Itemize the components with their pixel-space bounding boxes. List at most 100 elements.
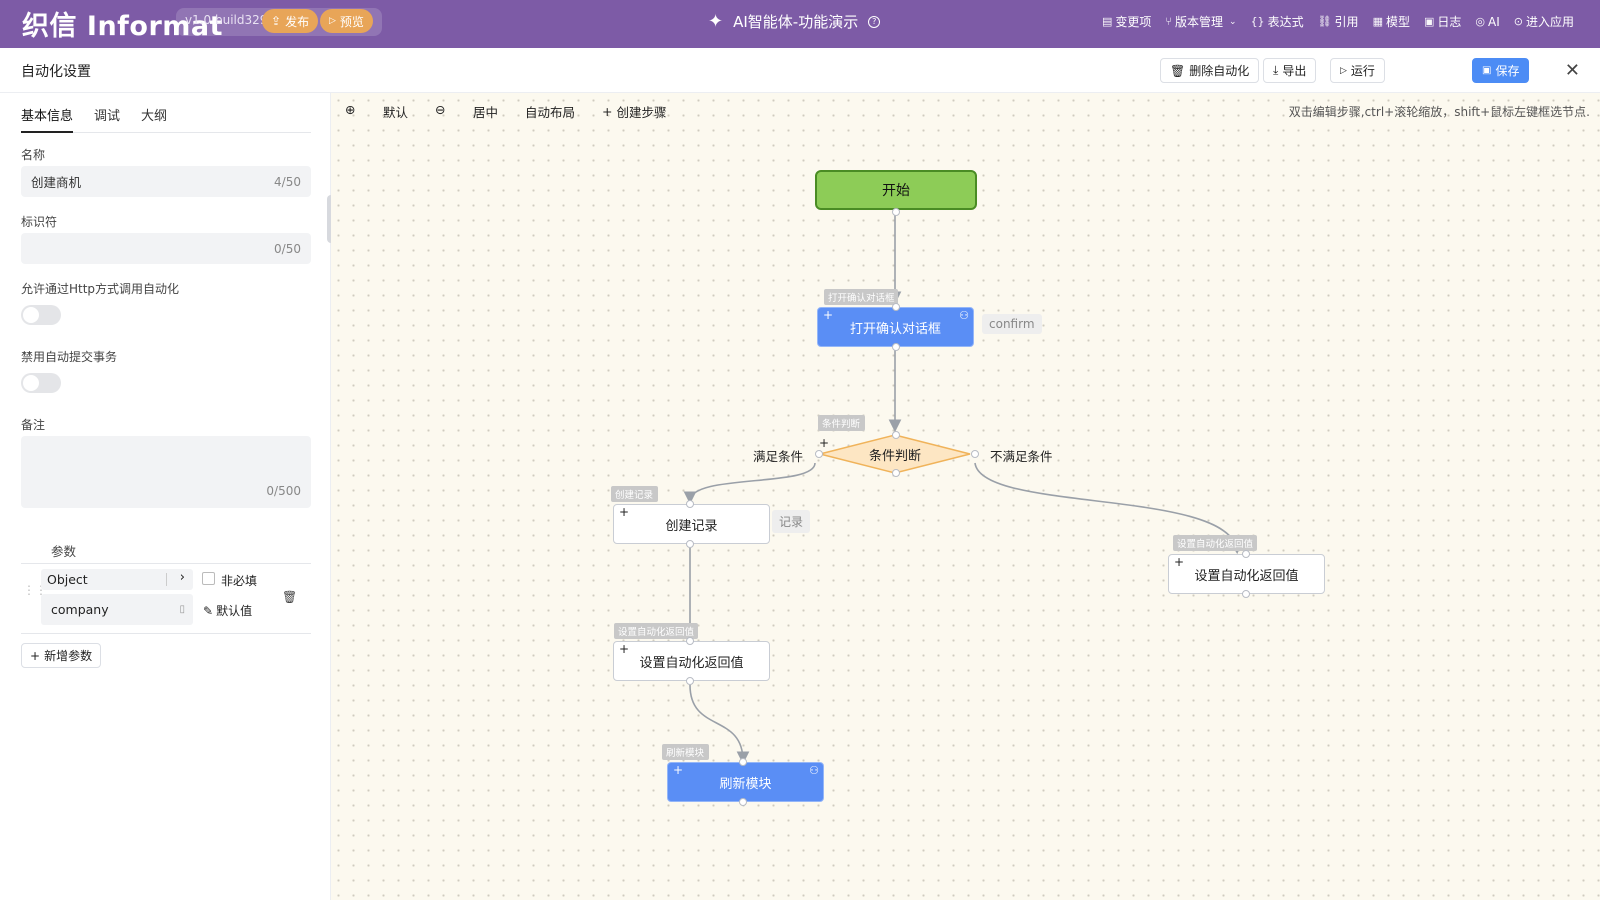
default-value-button[interactable]: ✎ 默认值	[203, 602, 252, 619]
http-toggle[interactable]	[21, 305, 61, 325]
play-icon: ▷	[1340, 65, 1347, 76]
nav-label: 模型	[1385, 15, 1410, 29]
name-input[interactable]: 创建商机 4/50	[21, 166, 311, 197]
node-port[interactable]	[892, 208, 900, 216]
node-tag: 设置自动化返回值	[614, 623, 698, 639]
connector-lines	[683, 212, 1243, 765]
node-port[interactable]	[1242, 550, 1250, 558]
nav-changes[interactable]: ▤ 变更项	[1102, 13, 1151, 30]
node-label: 创建记录	[665, 518, 718, 534]
document-icon: ▯	[179, 604, 185, 615]
tab-basic-info[interactable]: 基本信息	[21, 103, 74, 133]
tab-debug[interactable]: 调试	[94, 103, 120, 133]
nav-reference[interactable]: ⛓ 引用	[1318, 13, 1359, 30]
close-icon[interactable]: ✕	[1565, 60, 1580, 81]
node-port[interactable]	[971, 450, 979, 458]
node-port[interactable]	[892, 343, 900, 351]
node-port[interactable]	[892, 469, 900, 477]
plus-icon[interactable]: +	[823, 308, 833, 322]
node-port[interactable]	[892, 303, 900, 311]
plus-icon[interactable]: +	[619, 642, 629, 656]
node-set-return-left[interactable]: + 设置自动化返回值	[613, 641, 770, 681]
node-port[interactable]	[892, 431, 900, 439]
app-title: ✦ AI智能体-功能演示 ?	[708, 11, 881, 32]
flow-canvas[interactable]: ⊕ 默认 ⊖ 居中 自动布局 + 创建步骤 双击编辑步骤,ctrl+滚轮缩放，sh…	[331, 93, 1600, 900]
node-port[interactable]	[686, 677, 694, 685]
param-type-select[interactable]: Object ›	[41, 569, 193, 590]
node-label: 设置自动化返回值	[639, 655, 744, 671]
branch-icon: ⑂	[1165, 15, 1172, 28]
nav-ai[interactable]: ◎ AI	[1475, 13, 1499, 30]
app-title-text: AI智能体-功能演示	[733, 13, 859, 31]
version-label: v1.0 build329	[185, 13, 268, 27]
optional-checkbox[interactable]	[202, 572, 215, 585]
identifier-input[interactable]: 0/50	[21, 233, 311, 264]
publish-button[interactable]: ⇪ 发布	[262, 9, 319, 33]
nav-label: 日志	[1437, 15, 1462, 29]
plus-icon[interactable]: +	[1174, 555, 1184, 569]
top-nav: ▤ 变更项 ⑂ 版本管理 ⌄ {} 表达式 ⛓ 引用 ▦ 模型 ▣ 日志 ◎ AI ⊙ 进入应用	[1102, 13, 1574, 30]
nav-label: 变更项	[1115, 15, 1152, 29]
run-button[interactable]: ▷ 运行	[1330, 58, 1385, 83]
remark-textarea[interactable]: 0/500	[21, 436, 311, 508]
nav-enter-app[interactable]: ⊙ 进入应用	[1514, 13, 1574, 30]
plus-icon[interactable]: +	[673, 763, 683, 777]
user-icon: ⚇	[809, 764, 819, 777]
save-icon: ▣	[1482, 65, 1492, 76]
help-icon[interactable]: ?	[868, 15, 881, 28]
autocommit-toggle[interactable]	[21, 373, 61, 393]
plus-icon[interactable]: +	[619, 505, 629, 519]
divider	[166, 573, 167, 586]
node-side-tag: confirm	[982, 314, 1042, 334]
node-open-confirm[interactable]: + 打开确认对话框 ⚇	[817, 307, 974, 347]
node-port[interactable]	[739, 758, 747, 766]
delete-automation-button[interactable]: 🗑 删除自动化	[1160, 58, 1260, 83]
add-param-button[interactable]: + 新增参数	[21, 643, 102, 668]
node-port[interactable]	[686, 500, 694, 508]
identifier-counter: 0/50	[274, 241, 301, 256]
nav-label: 表达式	[1267, 15, 1304, 29]
trash-icon: 🗑	[1170, 63, 1186, 78]
plus-icon: +	[30, 648, 41, 663]
trash-icon[interactable]: 🗑	[282, 590, 297, 604]
panel-tabs: 基本信息 调试 大纲	[21, 103, 311, 133]
param-name-input[interactable]: company ▯	[41, 594, 193, 625]
node-port[interactable]	[739, 798, 747, 806]
node-condition[interactable]: 条件判断	[819, 434, 971, 474]
tab-outline[interactable]: 大纲	[141, 103, 167, 133]
http-label: 允许通过Http方式调用自动化	[21, 282, 180, 296]
node-label: 条件判断	[868, 448, 921, 464]
automation-header: 自动化设置 🗑 删除自动化 ⤓ 导出 ▷ 运行 ▣ 保存 ✕	[0, 48, 1600, 93]
node-port[interactable]	[686, 637, 694, 645]
name-value: 创建商机	[31, 175, 82, 190]
preview-button[interactable]: ▷ 预览	[320, 9, 373, 33]
export-button[interactable]: ⤓ 导出	[1263, 58, 1317, 83]
nav-label: 进入应用	[1525, 15, 1574, 29]
node-port[interactable]	[686, 540, 694, 548]
node-port[interactable]	[815, 450, 823, 458]
publish-label: 发布	[285, 14, 310, 29]
play-icon: ▷	[329, 16, 336, 26]
save-button[interactable]: ▣ 保存	[1472, 58, 1530, 83]
node-tag: 创建记录	[611, 486, 658, 502]
link-icon: ⛓	[1317, 15, 1332, 28]
node-port[interactable]	[1242, 590, 1250, 598]
page-title: 自动化设置	[21, 64, 91, 80]
nav-model[interactable]: ▦ 模型	[1373, 13, 1410, 30]
name-counter: 4/50	[274, 174, 301, 189]
download-icon: ⤓	[1273, 63, 1279, 77]
node-refresh-module[interactable]: + 刷新模块 ⚇	[667, 762, 824, 802]
node-start[interactable]: 开始	[815, 170, 977, 210]
nav-version[interactable]: ⑂ 版本管理 ⌄	[1165, 13, 1236, 30]
params-title: 参数	[51, 544, 77, 559]
node-set-return-right[interactable]: + 设置自动化返回值	[1168, 554, 1325, 594]
nav-expression[interactable]: {} 表达式	[1251, 13, 1304, 30]
node-create-record[interactable]: + 创建记录	[613, 504, 770, 544]
drag-handle-icon[interactable]: ⋮⋮	[23, 584, 47, 596]
ai-icon: ◎	[1475, 15, 1486, 28]
node-label: 开始	[882, 183, 910, 199]
add-param-label: 新增参数	[44, 649, 93, 663]
plus-icon[interactable]: +	[819, 436, 829, 450]
default-label: 默认值	[216, 604, 253, 618]
nav-log[interactable]: ▣ 日志	[1424, 13, 1461, 30]
